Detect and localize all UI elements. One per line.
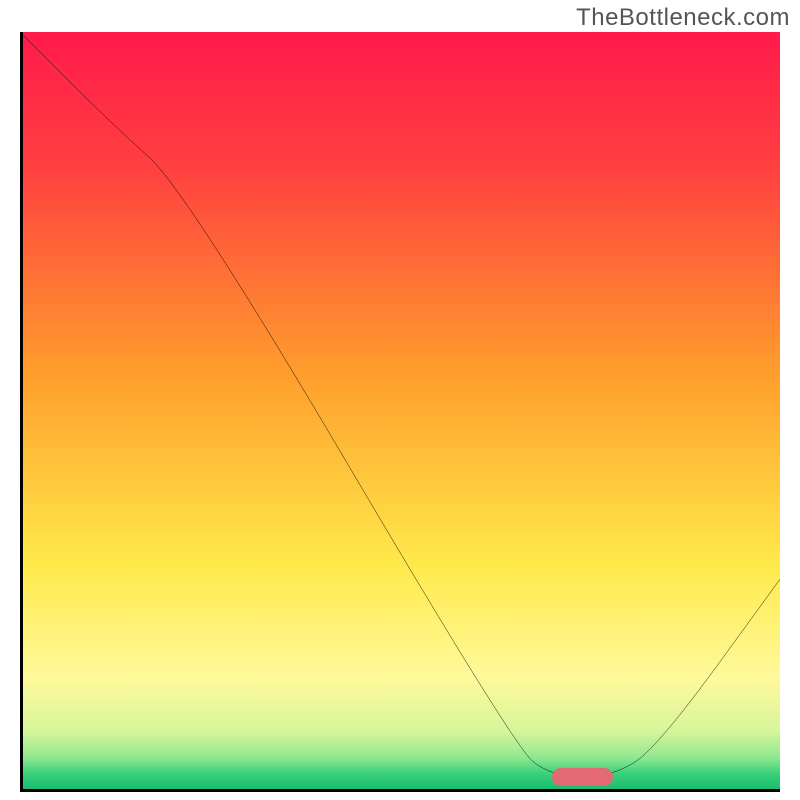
watermark-text: TheBottleneck.com <box>576 4 790 32</box>
axis-frame <box>20 32 780 792</box>
plot-area <box>20 32 780 792</box>
chart-stage: TheBottleneck.com <box>0 0 800 800</box>
